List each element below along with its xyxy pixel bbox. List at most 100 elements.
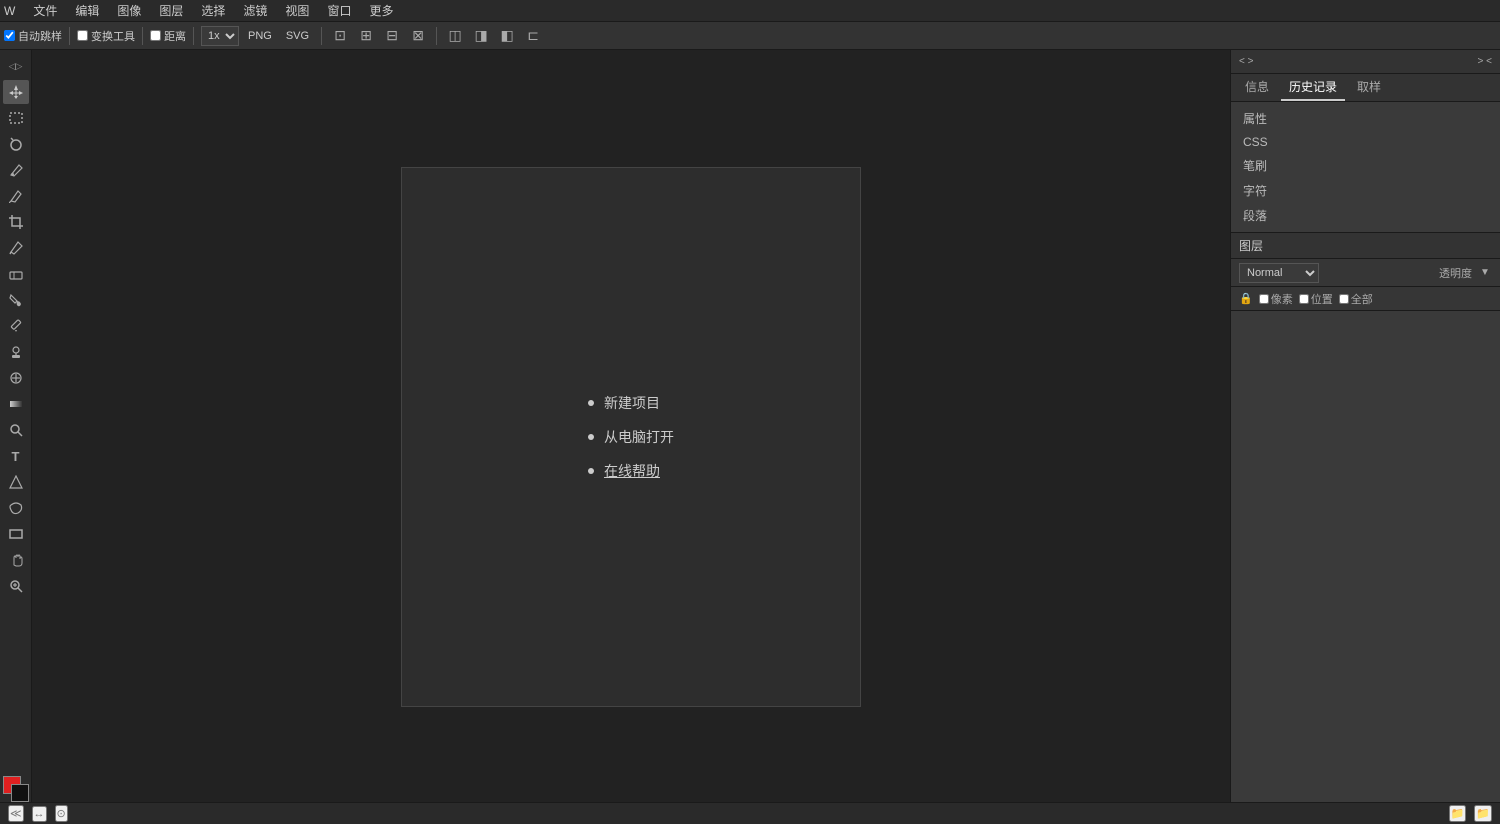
prop-css[interactable]: CSS bbox=[1231, 131, 1500, 153]
toolbar-icon-1[interactable]: ⊡ bbox=[329, 25, 351, 47]
lasso-tool-btn[interactable] bbox=[3, 132, 29, 156]
collapse-left-btn[interactable]: < > bbox=[1235, 54, 1257, 69]
new-project-item[interactable]: 新建项目 bbox=[588, 393, 674, 413]
right-panel: < > > < 信息 历史记录 取样 属性 CSS 笔刷 字符 段落 图层 No… bbox=[1230, 50, 1500, 824]
lock-position-option[interactable]: 位置 bbox=[1299, 291, 1333, 307]
hand-tool-btn[interactable] bbox=[3, 548, 29, 572]
open-computer-label[interactable]: 从电脑打开 bbox=[604, 427, 674, 447]
new-project-label[interactable]: 新建项目 bbox=[604, 393, 660, 413]
collapse-tool-panel[interactable]: ◁▷ bbox=[3, 54, 29, 78]
select-rect-tool-btn[interactable] bbox=[3, 106, 29, 130]
lock-all-option[interactable]: 全部 bbox=[1339, 291, 1373, 307]
zoom-view-tool-btn[interactable] bbox=[3, 574, 29, 598]
toolbar-icon-8[interactable]: ⊏ bbox=[522, 25, 544, 47]
lock-position-label: 位置 bbox=[1311, 291, 1333, 307]
lock-position-checkbox[interactable] bbox=[1299, 294, 1309, 304]
crop-tool-btn[interactable] bbox=[3, 210, 29, 234]
toolbar-icon-3[interactable]: ⊟ bbox=[381, 25, 403, 47]
layers-lock-bar: 🔒 像素 位置 全部 bbox=[1231, 287, 1500, 311]
menu-item-2[interactable]: 图像 bbox=[109, 0, 149, 21]
fill-tool-btn[interactable] bbox=[3, 288, 29, 312]
open-computer-item[interactable]: 从电脑打开 bbox=[588, 427, 674, 447]
scale-select[interactable]: 1x 2x 3x bbox=[201, 26, 239, 46]
auto-sample-input[interactable] bbox=[4, 30, 15, 41]
online-help-link[interactable]: 在线帮助 bbox=[604, 461, 660, 481]
pencil-tool-btn[interactable] bbox=[3, 314, 29, 338]
online-help-bullet bbox=[588, 468, 594, 474]
lock-pixel-option[interactable]: 像素 bbox=[1259, 291, 1293, 307]
online-help-item[interactable]: 在线帮助 bbox=[588, 461, 674, 481]
transform-input[interactable] bbox=[77, 30, 88, 41]
status-icon-1[interactable]: ≪ bbox=[8, 805, 24, 822]
pen-tool-btn[interactable] bbox=[3, 184, 29, 208]
png-button[interactable]: PNG bbox=[243, 28, 277, 44]
menu-bar: W 文件编辑图像图层选择滤镜视图窗口更多 bbox=[0, 0, 1500, 22]
menu-item-0[interactable]: 文件 bbox=[25, 0, 65, 21]
brush-tool-btn[interactable] bbox=[3, 158, 29, 182]
eraser-tool-btn[interactable] bbox=[3, 262, 29, 286]
background-color[interactable] bbox=[11, 784, 29, 802]
auto-sample-label: 自动跳样 bbox=[18, 28, 62, 44]
tab-history[interactable]: 历史记录 bbox=[1281, 74, 1345, 101]
move-tool-btn[interactable] bbox=[3, 80, 29, 104]
auto-sample-checkbox[interactable]: 自动跳样 bbox=[4, 28, 62, 44]
status-icon-2[interactable]: ↔ bbox=[32, 806, 47, 822]
blend-mode-select[interactable]: Normal Multiply Screen Overlay bbox=[1239, 263, 1319, 283]
right-top-right-controls: > < bbox=[1474, 54, 1496, 69]
gradient-tool-btn[interactable] bbox=[3, 392, 29, 416]
layers-header: 图层 bbox=[1231, 233, 1500, 259]
prop-paragraph[interactable]: 段落 bbox=[1231, 203, 1500, 228]
right-top-bar: < > > < bbox=[1231, 50, 1500, 74]
toolbar-icon-7[interactable]: ◧ bbox=[496, 25, 518, 47]
menu-item-5[interactable]: 滤镜 bbox=[235, 0, 275, 21]
canvas-area: 新建项目 从电脑打开 在线帮助 bbox=[32, 50, 1230, 824]
status-icon-3[interactable]: ⊙ bbox=[55, 805, 68, 822]
lock-pixel-checkbox[interactable] bbox=[1259, 294, 1269, 304]
menu-item-1[interactable]: 编辑 bbox=[67, 0, 107, 21]
toolbar-icon-2[interactable]: ⊞ bbox=[355, 25, 377, 47]
lock-all-label: 全部 bbox=[1351, 291, 1373, 307]
opacity-dropdown-btn[interactable]: ▼ bbox=[1478, 266, 1492, 280]
eyedropper-tool-btn[interactable] bbox=[3, 236, 29, 260]
prop-character[interactable]: 字符 bbox=[1231, 178, 1500, 203]
layers-content bbox=[1231, 311, 1500, 824]
toolbar-separator-2 bbox=[142, 27, 143, 45]
warp-tool-btn[interactable] bbox=[3, 496, 29, 520]
toolbar: 自动跳样 变换工具 距离 1x 2x 3x PNG SVG ⊡ ⊞ ⊟ ⊠ ◫ … bbox=[0, 22, 1500, 50]
toolbar-icon-6[interactable]: ◨ bbox=[470, 25, 492, 47]
text-tool-btn[interactable]: T bbox=[3, 444, 29, 468]
stamp-tool-btn[interactable] bbox=[3, 340, 29, 364]
toolbar-icon-5[interactable]: ◫ bbox=[444, 25, 466, 47]
menu-item-7[interactable]: 窗口 bbox=[319, 0, 359, 21]
transform-checkbox[interactable]: 变换工具 bbox=[77, 28, 135, 44]
menu-item-8[interactable]: 更多 bbox=[361, 0, 401, 21]
lock-all-checkbox[interactable] bbox=[1339, 294, 1349, 304]
distance-checkbox[interactable]: 距离 bbox=[150, 28, 186, 44]
distance-input[interactable] bbox=[150, 30, 161, 41]
heal-tool-btn[interactable] bbox=[3, 366, 29, 390]
tab-sample[interactable]: 取样 bbox=[1349, 74, 1389, 101]
open-computer-bullet bbox=[588, 434, 594, 440]
magnifier-tool-btn[interactable] bbox=[3, 418, 29, 442]
status-bar: ≪ ↔ ⊙ 📁 📁 bbox=[0, 802, 1500, 824]
rect-draw-tool-btn[interactable] bbox=[3, 522, 29, 546]
menu-item-3[interactable]: 图层 bbox=[151, 0, 191, 21]
menu-item-6[interactable]: 视图 bbox=[277, 0, 317, 21]
status-icon-5[interactable]: 📁 bbox=[1474, 805, 1492, 822]
prop-attributes[interactable]: 属性 bbox=[1231, 106, 1500, 131]
canvas-container: 新建项目 从电脑打开 在线帮助 bbox=[401, 167, 861, 707]
right-properties: 属性 CSS 笔刷 字符 段落 bbox=[1231, 102, 1500, 233]
prop-stroke[interactable]: 笔刷 bbox=[1231, 153, 1500, 178]
menu-item-4[interactable]: 选择 bbox=[193, 0, 233, 21]
status-icon-4[interactable]: 📁 bbox=[1449, 805, 1467, 822]
app-title: W bbox=[4, 4, 23, 18]
menu-items: 文件编辑图像图层选择滤镜视图窗口更多 bbox=[25, 0, 401, 21]
distance-label: 距离 bbox=[164, 28, 186, 44]
tab-info[interactable]: 信息 bbox=[1237, 74, 1277, 101]
tool-panel: ◁▷ bbox=[0, 50, 32, 824]
color-swatches[interactable] bbox=[3, 776, 29, 802]
svg-button[interactable]: SVG bbox=[281, 28, 314, 44]
collapse-right-btn[interactable]: > < bbox=[1474, 54, 1496, 69]
toolbar-icon-4[interactable]: ⊠ bbox=[407, 25, 429, 47]
shape-tool-btn[interactable] bbox=[3, 470, 29, 494]
